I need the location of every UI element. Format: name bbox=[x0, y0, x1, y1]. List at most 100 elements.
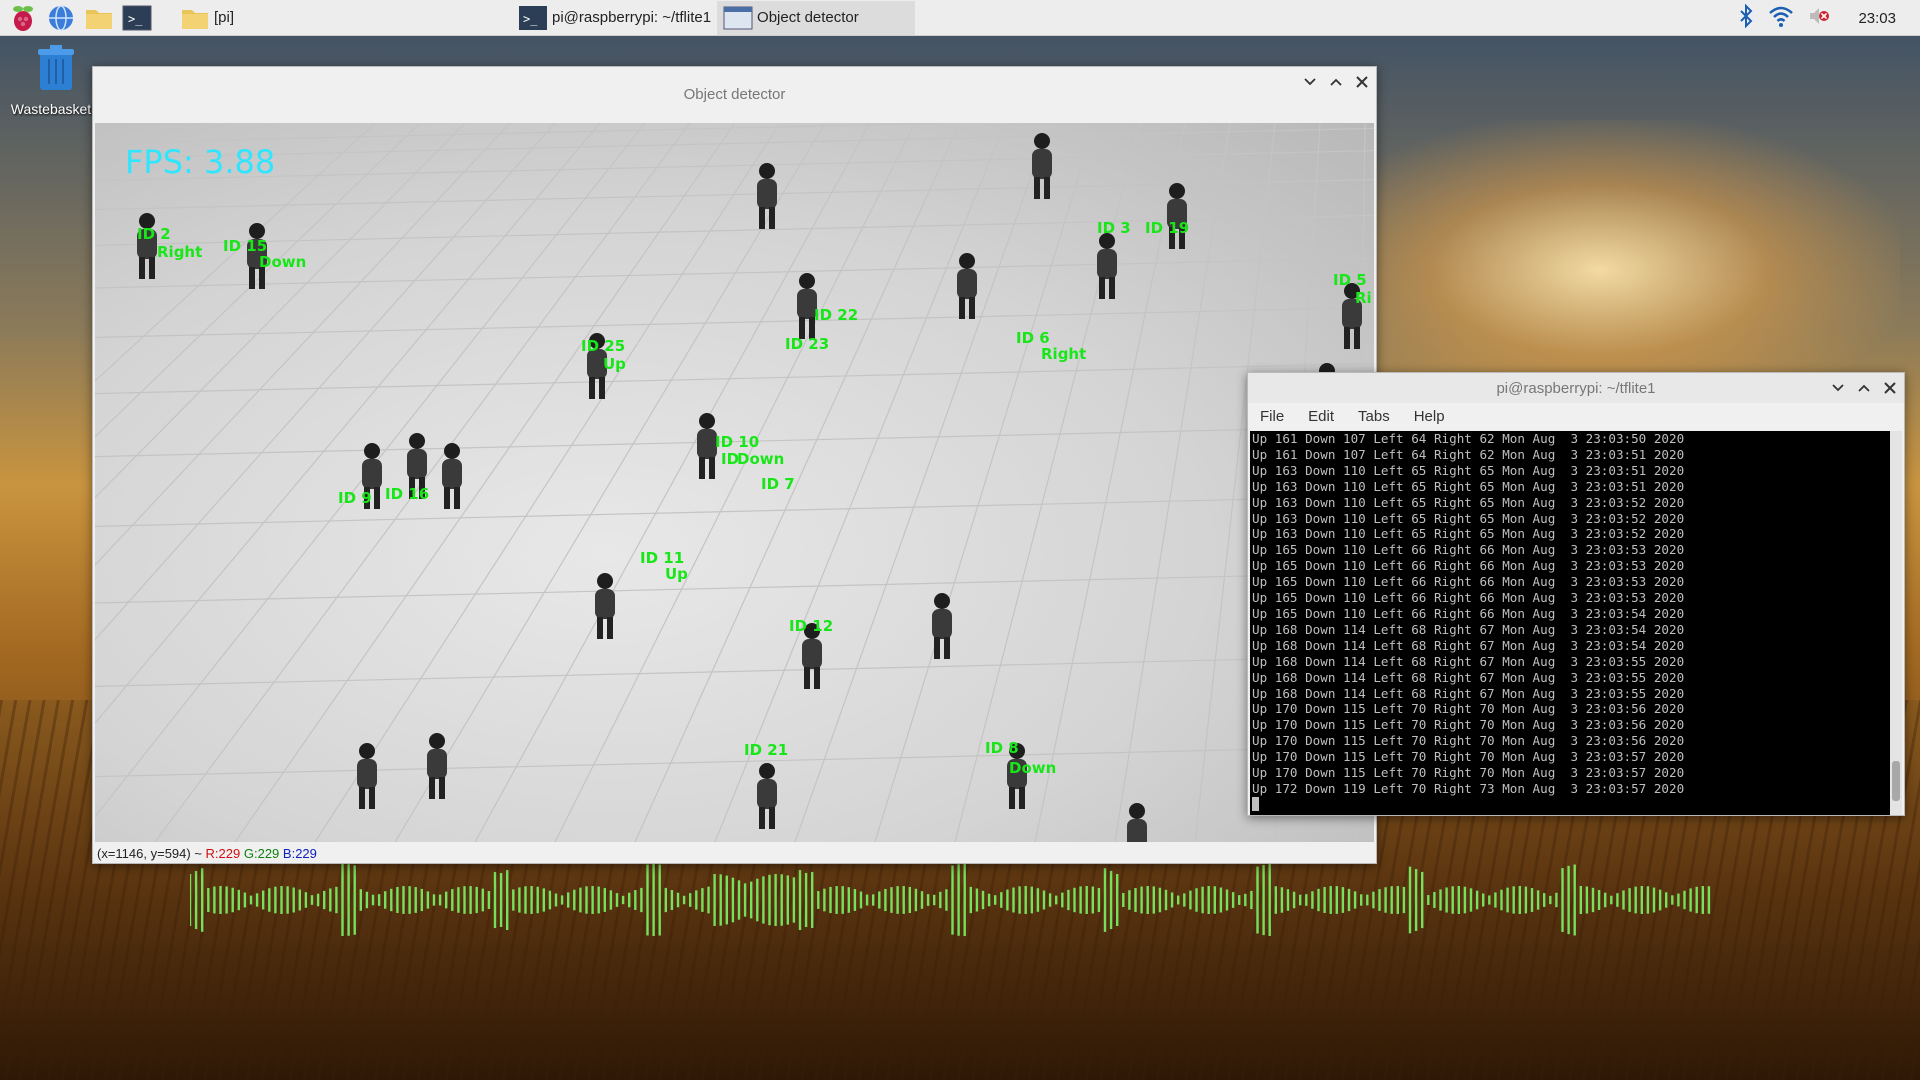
pixel-red: R:229 bbox=[205, 846, 241, 861]
scrollbar-thumb[interactable] bbox=[1892, 761, 1900, 801]
maximize-button[interactable] bbox=[1856, 380, 1872, 396]
minimize-button[interactable] bbox=[1302, 74, 1318, 90]
terminal-window-controls bbox=[1830, 373, 1898, 403]
detection-label: Right bbox=[157, 243, 203, 261]
minimize-button[interactable] bbox=[1830, 380, 1846, 396]
detection-label: Down bbox=[737, 450, 785, 468]
detection-label: Ri bbox=[1355, 289, 1372, 307]
wifi-icon[interactable] bbox=[1768, 4, 1794, 33]
taskbar: >_ [pi] >_ pi@raspberrypi: ~/tflite1 Obj… bbox=[0, 0, 1920, 36]
terminal-line: Up 168 Down 114 Left 68 Right 67 Mon Aug… bbox=[1252, 621, 1685, 637]
terminal-line: Up 168 Down 114 Left 68 Right 67 Mon Aug… bbox=[1252, 653, 1685, 669]
detection-label: Up bbox=[665, 565, 688, 583]
terminal-output[interactable]: Up 161 Down 107 Left 64 Right 62 Mon Aug… bbox=[1250, 431, 1890, 815]
terminal-line: Up 163 Down 110 Left 65 Right 65 Mon Aug… bbox=[1252, 478, 1685, 494]
terminal-icon: >_ bbox=[519, 5, 547, 30]
object-detector-window: Object detector FPS: 3.88 ID 2 Right ID 15… bbox=[92, 66, 1377, 864]
terminal-scrollbar[interactable] bbox=[1890, 431, 1902, 815]
detection-label: Up bbox=[603, 355, 626, 373]
detection-label: ID 5 bbox=[1333, 271, 1367, 289]
window-titlebar[interactable]: Object detector bbox=[93, 67, 1376, 121]
detection-label: ID 9 bbox=[338, 489, 372, 507]
terminal-line: Up 165 Down 110 Left 66 Right 66 Mon Aug… bbox=[1252, 542, 1685, 558]
terminal-line: Up 165 Down 110 Left 66 Right 66 Mon Aug… bbox=[1252, 590, 1685, 606]
menu-help[interactable]: Help bbox=[1414, 408, 1445, 425]
close-button[interactable] bbox=[1882, 380, 1898, 396]
detection-label: Right bbox=[1041, 345, 1087, 363]
menu-file[interactable]: File bbox=[1260, 408, 1284, 425]
terminal-line: Up 165 Down 110 Left 66 Right 66 Mon Aug… bbox=[1252, 558, 1685, 574]
chevron-down-icon bbox=[1304, 78, 1316, 86]
maximize-button[interactable] bbox=[1328, 74, 1344, 90]
menu-edit[interactable]: Edit bbox=[1308, 408, 1334, 425]
bluetooth-icon[interactable] bbox=[1738, 3, 1754, 33]
pixel-coords: (x=1146, y=594) ~ bbox=[97, 846, 206, 861]
close-icon bbox=[1884, 382, 1896, 394]
terminal-launcher-icon[interactable]: >_ bbox=[122, 3, 152, 33]
terminal-line: Up 165 Down 110 Left 66 Right 66 Mon Aug… bbox=[1252, 574, 1685, 590]
terminal-line: Up 161 Down 107 Left 64 Right 62 Mon Aug… bbox=[1252, 446, 1685, 462]
close-icon bbox=[1356, 76, 1368, 88]
terminal-line: Up 172 Down 119 Left 70 Right 73 Mon Aug… bbox=[1252, 780, 1685, 796]
close-button[interactable] bbox=[1354, 74, 1370, 90]
terminal-window: pi@raspberrypi: ~/tflite1 File Edit Tabs… bbox=[1247, 372, 1905, 816]
volume-muted-icon[interactable] bbox=[1808, 5, 1830, 32]
chevron-up-icon bbox=[1330, 78, 1342, 86]
terminal-menubar: File Edit Tabs Help bbox=[1248, 403, 1904, 429]
detection-label: ID 21 bbox=[744, 741, 789, 759]
detection-label: Down bbox=[1009, 759, 1057, 777]
terminal-line: Up 170 Down 115 Left 70 Right 70 Mon Aug… bbox=[1252, 765, 1685, 781]
terminal-line: Up 163 Down 110 Left 65 Right 65 Mon Aug… bbox=[1252, 510, 1685, 526]
detection-label: Down bbox=[259, 253, 307, 271]
task-object-detector[interactable]: Object detector bbox=[717, 0, 916, 35]
terminal-line: Up 170 Down 115 Left 70 Right 70 Mon Aug… bbox=[1252, 733, 1685, 749]
terminal-line: Up 163 Down 110 Left 65 Right 65 Mon Aug… bbox=[1252, 526, 1685, 542]
terminal-title: pi@raspberrypi: ~/tflite1 bbox=[1496, 379, 1656, 397]
terminal-line: Up 163 Down 110 Left 65 Right 65 Mon Aug… bbox=[1252, 494, 1685, 510]
terminal-line: Up 170 Down 115 Left 70 Right 70 Mon Aug… bbox=[1252, 701, 1685, 717]
detection-label: ID 7 bbox=[761, 475, 795, 493]
menu-tabs[interactable]: Tabs bbox=[1358, 408, 1390, 425]
detection-label: ID 16 bbox=[385, 485, 430, 503]
folder-icon bbox=[182, 9, 208, 29]
wastebasket-label: Wastebasket bbox=[10, 101, 92, 117]
terminal-line: Up 168 Down 114 Left 68 Right 67 Mon Aug… bbox=[1252, 685, 1685, 701]
detection-label: ID 22 bbox=[814, 306, 859, 324]
file-manager-icon[interactable] bbox=[84, 3, 114, 33]
video-frame[interactable]: FPS: 3.88 ID 2 Right ID 15 Down ID 25 Up ID 9I… bbox=[95, 123, 1374, 842]
terminal-titlebar[interactable]: pi@raspberrypi: ~/tflite1 bbox=[1248, 373, 1904, 403]
terminal-line: Up 163 Down 110 Left 65 Right 65 Mon Aug… bbox=[1252, 462, 1685, 478]
window-title: Object detector bbox=[683, 85, 786, 103]
svg-text:>_: >_ bbox=[128, 12, 143, 26]
wastebasket-desktop-item[interactable]: Wastebasket bbox=[10, 44, 102, 117]
pixel-blue: B:229 bbox=[282, 846, 317, 861]
web-browser-icon[interactable] bbox=[46, 3, 76, 33]
wallpaper-waveform bbox=[190, 864, 1711, 936]
task-label: pi@raspberrypi: ~/tflite1 bbox=[552, 9, 712, 26]
fps-counter: FPS: 3.88 bbox=[125, 143, 276, 181]
chevron-down-icon bbox=[1832, 384, 1844, 392]
terminal-line: Up 161 Down 107 Left 64 Right 62 Mon Aug… bbox=[1252, 431, 1685, 446]
detection-label: ID 8 bbox=[985, 739, 1019, 757]
pixel-status-line: (x=1146, y=594) ~ R:229 G:229 B:229 bbox=[97, 846, 317, 861]
window-icon bbox=[723, 6, 753, 29]
terminal-line: Up 168 Down 114 Left 68 Right 67 Mon Aug… bbox=[1252, 669, 1685, 685]
task-label: [pi] bbox=[214, 9, 235, 26]
clock[interactable]: 23:03 bbox=[1858, 10, 1896, 27]
detection-label: ID 25 bbox=[581, 337, 626, 355]
detection-label: ID 12 bbox=[789, 617, 834, 635]
wastebasket-icon bbox=[38, 45, 74, 90]
pixel-green: G:229 bbox=[243, 846, 280, 861]
terminal-line: Up 168 Down 114 Left 68 Right 67 Mon Aug… bbox=[1252, 637, 1685, 653]
detection-label: ID 23 bbox=[785, 335, 830, 353]
task-terminal[interactable]: >_ pi@raspberrypi: ~/tflite1 bbox=[512, 1, 717, 35]
system-tray: 23:03 bbox=[1738, 0, 1920, 36]
detection-label: ID 19 bbox=[1145, 219, 1190, 237]
raspberry-menu-icon[interactable] bbox=[8, 3, 38, 33]
task-file-manager[interactable]: [pi] bbox=[174, 1, 364, 35]
svg-text:>_: >_ bbox=[523, 12, 538, 26]
detection-label: ID 3 bbox=[1097, 219, 1131, 237]
window-controls bbox=[1302, 67, 1370, 97]
detection-label: ID 2 bbox=[137, 225, 171, 243]
terminal-line: Up 165 Down 110 Left 66 Right 66 Mon Aug… bbox=[1252, 605, 1685, 621]
